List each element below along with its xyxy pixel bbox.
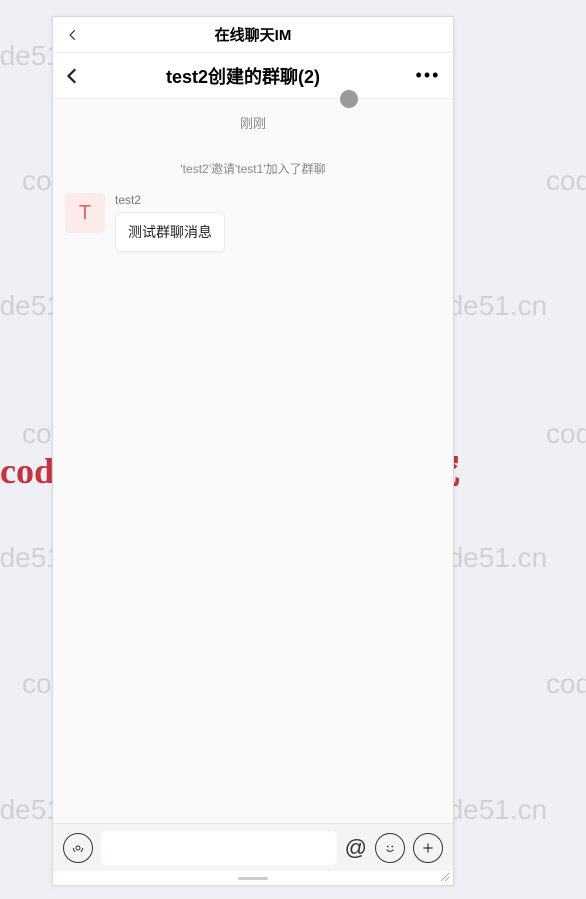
smile-icon <box>381 839 399 857</box>
chevron-left-icon <box>64 67 82 85</box>
message-row: T test2 测试群聊消息 <box>53 193 453 252</box>
plus-icon <box>420 840 436 856</box>
drag-handle[interactable] <box>53 871 453 885</box>
message-input[interactable] <box>101 831 337 865</box>
chat-title: test2创建的群聊(2) <box>83 63 403 89</box>
watermark: code51.cn <box>546 668 586 700</box>
watermark: code51.cn <box>546 165 586 197</box>
sender-name: test2 <box>115 193 225 207</box>
message-column: test2 测试群聊消息 <box>115 193 225 252</box>
outer-header: 在线聊天IM <box>53 17 453 53</box>
input-bar: @ <box>53 823 453 871</box>
resize-grip[interactable] <box>439 871 451 883</box>
avatar[interactable]: T <box>65 193 105 233</box>
message-bubble[interactable]: 测试群聊消息 <box>115 212 225 252</box>
add-button[interactable] <box>413 833 443 863</box>
voice-icon <box>70 840 86 856</box>
cursor-indicator <box>340 90 358 108</box>
phone-frame: 在线聊天IM test2创建的群聊(2) ••• 刚刚 'test2'邀请'te… <box>52 16 454 886</box>
emoji-button[interactable] <box>375 833 405 863</box>
handle-bar-icon <box>238 877 268 880</box>
chat-more-button[interactable]: ••• <box>403 65 453 86</box>
outer-title: 在线聊天IM <box>53 24 453 45</box>
system-message: 'test2'邀请'test1'加入了群聊 <box>53 160 453 177</box>
watermark: code51.cn <box>546 418 586 450</box>
mention-button[interactable]: @ <box>345 835 367 861</box>
resize-icon <box>439 871 451 883</box>
chat-body[interactable]: 刚刚 'test2'邀请'test1'加入了群聊 T test2 测试群聊消息 <box>53 99 453 823</box>
voice-button[interactable] <box>63 833 93 863</box>
time-label: 刚刚 <box>53 113 453 132</box>
chat-header: test2创建的群聊(2) ••• <box>53 53 453 99</box>
more-icon: ••• <box>416 65 441 86</box>
